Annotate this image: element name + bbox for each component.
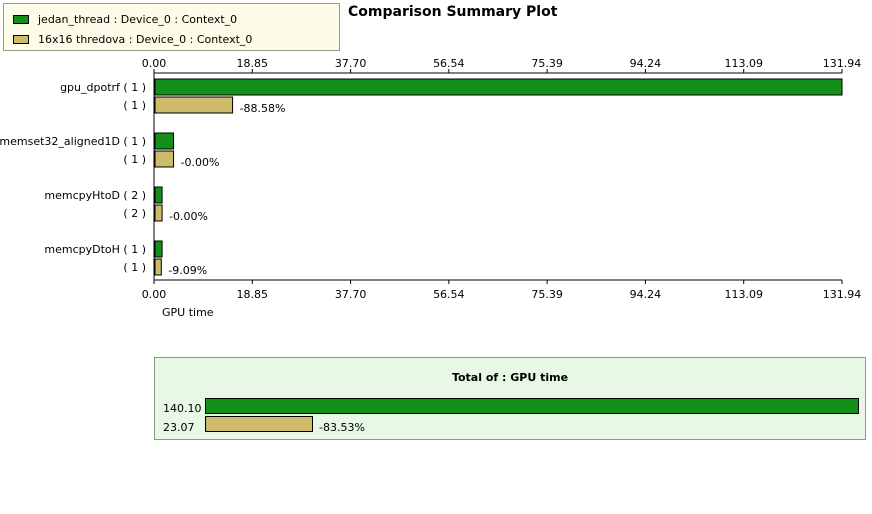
bar-series1 (154, 78, 843, 96)
category-label: memcpyDtoH ( 1 ) (44, 243, 146, 256)
category-label: gpu_dpotrf ( 1 ) (60, 81, 146, 94)
bar-series2 (154, 258, 162, 276)
x-tick-label-top: 37.70 (335, 57, 367, 70)
percent-change-label: -0.00% (181, 156, 220, 169)
category-count-label: ( 1 ) (123, 99, 146, 112)
total-bar-series2 (205, 416, 313, 432)
total-bar-series1 (205, 398, 859, 414)
x-tick-label-bottom: 56.54 (433, 288, 465, 301)
x-tick-label-bottom: 18.85 (237, 288, 269, 301)
x-tick-label-bottom: 113.09 (724, 288, 763, 301)
percent-change-label: -88.58% (240, 102, 286, 115)
bar-series1 (154, 186, 163, 204)
category-count-label: ( 2 ) (123, 207, 146, 220)
category-count-label: ( 1 ) (123, 153, 146, 166)
bar-series1 (154, 132, 175, 150)
x-tick-label-bottom: 75.39 (531, 288, 563, 301)
x-tick-label-top: 131.94 (823, 57, 862, 70)
bar-series1 (154, 240, 163, 258)
x-tick-label-top: 94.24 (630, 57, 662, 70)
total-panel: Total of : GPU time 140.10 23.07 -83.53% (154, 357, 866, 440)
x-tick-label-bottom: 37.70 (335, 288, 367, 301)
x-tick-label-top: 113.09 (724, 57, 763, 70)
x-tick-label-top: 0.00 (142, 57, 167, 70)
x-tick-label-top: 56.54 (433, 57, 465, 70)
x-tick-label-bottom: 0.00 (142, 288, 167, 301)
bar-series2 (154, 150, 175, 168)
total-percent-change: -83.53% (319, 421, 365, 434)
percent-change-label: -0.00% (169, 210, 208, 223)
total-title: Total of : GPU time (451, 371, 569, 384)
category-count-label: ( 1 ) (123, 261, 146, 274)
x-axis-label: GPU time (162, 306, 214, 319)
bar-series2 (154, 96, 234, 114)
comparison-chart: 0.00 0.00 18.85 18.85 37.70 37.70 56.54 56.54 75… (0, 57, 862, 301)
category-label: memset32_aligned1D ( 1 ) (0, 135, 146, 148)
x-tick-label-top: 75.39 (531, 57, 563, 70)
x-tick-label-bottom: 131.94 (823, 288, 862, 301)
x-tick-label-bottom: 94.24 (630, 288, 662, 301)
total-value-series1: 140.10 (163, 402, 202, 415)
percent-change-label: -9.09% (168, 264, 207, 277)
total-value-series2: 23.07 (163, 421, 195, 434)
bar-series2 (154, 204, 163, 222)
category-label: memcpyHtoD ( 2 ) (44, 189, 146, 202)
x-tick-label-top: 18.85 (237, 57, 269, 70)
